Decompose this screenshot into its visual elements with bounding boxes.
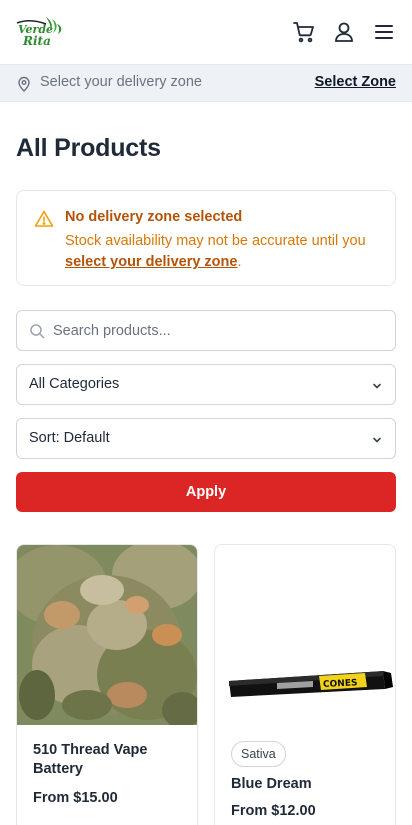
alert-body-text: Stock availability may not be accurate u… [65,233,366,249]
chevron-down-icon [371,433,383,445]
alert-body: Stock availability may not be accurate u… [65,231,385,273]
page-title: All Products [16,134,161,162]
menu-icon[interactable] [371,19,397,45]
product-image[interactable] [17,545,197,728]
delivery-zone-prompt: Select your delivery zone [40,74,202,90]
cart-icon[interactable] [291,19,317,45]
search-input[interactable] [53,311,383,350]
strain-badge: Sativa [231,741,286,767]
search-field [16,310,396,351]
alert-body-suffix: . [237,254,242,270]
user-icon[interactable] [331,19,357,45]
apply-button[interactable]: Apply [16,472,396,512]
select-zone-link[interactable]: Select Zone [315,74,396,90]
product-card[interactable]: CONES Sativa Blue Dream From $12.00 [214,544,396,825]
map-pin-icon [16,76,32,92]
product-name[interactable]: Blue Dream [231,775,381,794]
category-select[interactable]: All Categories [16,364,396,405]
top-header: Verde Rita [0,0,412,65]
product-image[interactable]: CONES [215,545,395,725]
sort-select[interactable]: Sort: Default [16,418,396,459]
delivery-zone-bar: Select your delivery zone Select Zone [0,65,412,102]
svg-text:CONES: CONES [323,678,358,690]
delivery-warning-alert: No delivery zone selected Stock availabi… [16,190,396,286]
product-price: From $12.00 [231,803,316,819]
svg-text:Rita: Rita [22,34,51,48]
brand-logo[interactable]: Verde Rita [16,15,66,49]
chevron-down-icon [371,379,383,391]
warning-icon [34,209,54,229]
alert-select-zone-link[interactable]: select your delivery zone [65,254,237,270]
product-card[interactable]: 510 Thread Vape Battery From $15.00 [16,544,198,825]
product-price: From $15.00 [33,790,118,806]
search-icon [29,323,45,339]
alert-title: No delivery zone selected [65,209,243,225]
category-select-value: All Categories [29,376,120,392]
product-name[interactable]: 510 Thread Vape Battery [33,741,183,779]
sort-select-value: Sort: Default [29,430,110,446]
